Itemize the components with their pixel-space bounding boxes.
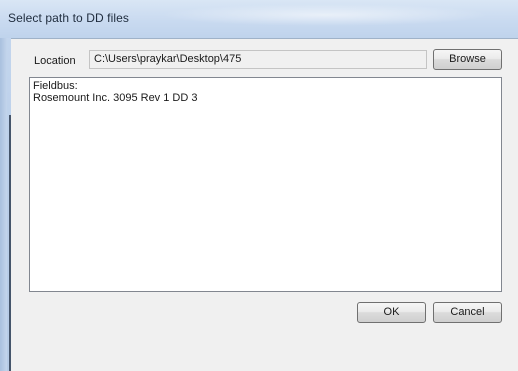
list-item: Fieldbus: — [33, 80, 78, 92]
window-left-shadow — [9, 115, 11, 371]
title-glow — [160, 4, 490, 26]
browse-button[interactable]: Browse — [433, 49, 502, 70]
location-label: Location — [34, 55, 76, 67]
dialog-window: Select path to DD files Location C:\User… — [0, 0, 518, 371]
ok-button[interactable]: OK — [357, 302, 426, 323]
title-bar[interactable]: Select path to DD files — [0, 0, 518, 38]
dd-files-listbox[interactable]: Fieldbus: Rosemount Inc. 3095 Rev 1 DD 3 — [29, 77, 502, 292]
cancel-button[interactable]: Cancel — [433, 302, 502, 323]
window-left-border — [0, 38, 7, 371]
location-path-field[interactable]: C:\Users\praykar\Desktop\475 — [89, 50, 427, 69]
list-item: Rosemount Inc. 3095 Rev 1 DD 3 — [33, 92, 198, 104]
window-title: Select path to DD files — [8, 11, 130, 25]
